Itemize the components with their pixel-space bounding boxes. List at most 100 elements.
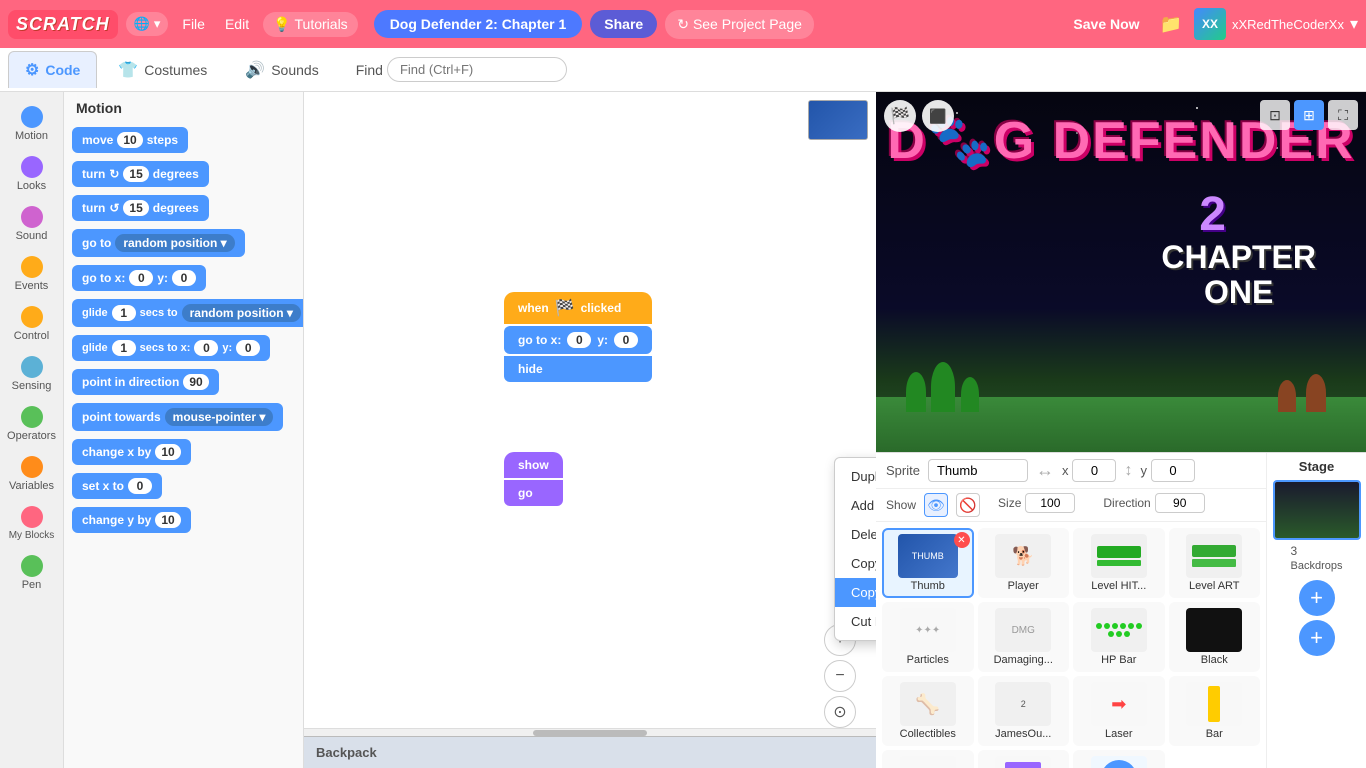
context-duplicate[interactable]: Duplicate: [835, 462, 876, 491]
go-to-xy-block[interactable]: go to x: 0 y: 0: [72, 265, 206, 291]
sprite-item-ui[interactable]: UI UI: [1073, 750, 1165, 768]
find-input[interactable]: [387, 57, 567, 82]
show-label: Show: [886, 498, 916, 512]
block-turn-left[interactable]: turn ↺ 15 degrees: [72, 192, 295, 224]
block-go-to-xy[interactable]: go to x: 0 y: 0: [72, 262, 295, 294]
show-block-canvas[interactable]: show: [504, 452, 563, 478]
context-copy-all[interactable]: Copy All: [835, 549, 876, 578]
block-point-direction[interactable]: point in direction 90: [72, 366, 295, 398]
change-x-block[interactable]: change x by 10: [72, 439, 191, 465]
category-variables[interactable]: Variables: [3, 450, 61, 498]
sprite-thumb-hp-bar: [1091, 608, 1147, 652]
tab-code[interactable]: ⚙ Code: [8, 51, 97, 88]
category-looks[interactable]: Looks: [3, 150, 61, 198]
language-selector[interactable]: 🌐 ▾: [126, 12, 169, 36]
folder-icon[interactable]: 📁: [1156, 10, 1186, 39]
context-add-comment[interactable]: Add Comment: [835, 491, 876, 520]
block-go-to-random[interactable]: go to random position ▾: [72, 226, 295, 260]
stage-small-view[interactable]: ⊡: [1260, 100, 1290, 130]
hide-eye-button[interactable]: 🚫: [956, 493, 980, 517]
tutorials-button[interactable]: 💡 Tutorials: [263, 12, 358, 37]
green-flag-button[interactable]: 🏁: [884, 100, 916, 132]
backpack-bar[interactable]: Backpack: [304, 736, 876, 768]
category-sound[interactable]: Sound: [3, 200, 61, 248]
script-canvas[interactable]: when 🏁 clicked go to x: 0 y: 0 hide show: [304, 92, 876, 768]
file-menu[interactable]: File: [176, 12, 211, 36]
direction-input[interactable]: [1155, 493, 1205, 513]
context-copy-block[interactable]: Copy Block: [835, 578, 876, 607]
change-y-block[interactable]: change y by 10: [72, 507, 191, 533]
size-input[interactable]: [1025, 493, 1075, 513]
category-my-blocks[interactable]: My Blocks: [3, 500, 61, 547]
block-glide-xy[interactable]: glide 1 secs to x: 0 y: 0: [72, 332, 295, 364]
turn-left-block[interactable]: turn ↺ 15 degrees: [72, 195, 209, 221]
sprite-name-input[interactable]: [928, 459, 1028, 482]
sprite-item-james[interactable]: 2 JamesOu...: [978, 676, 1070, 746]
stage-backdrop-thumbnail[interactable]: [1273, 480, 1361, 540]
block-glide-random[interactable]: glide 1 secs to random position ▾: [72, 296, 295, 330]
category-looks-label: Looks: [17, 180, 46, 192]
zoom-out-button[interactable]: −: [824, 660, 856, 692]
add-stage-button[interactable]: +: [1299, 620, 1335, 656]
sprite-item-player[interactable]: 🐕 Player: [978, 528, 1070, 598]
when-clicked-block[interactable]: when 🏁 clicked: [504, 292, 652, 324]
sprite-item-collectibles[interactable]: 🦴 Collectibles: [882, 676, 974, 746]
zoom-fit-button[interactable]: ⊙: [824, 696, 856, 728]
tab-sounds[interactable]: 🔊 Sounds: [228, 51, 335, 88]
block-set-x[interactable]: set x to 0: [72, 470, 295, 502]
category-events[interactable]: Events: [3, 250, 61, 298]
sprite-x-input[interactable]: [1072, 459, 1116, 482]
category-operators[interactable]: Operators: [3, 400, 61, 448]
stop-button[interactable]: ⬛: [922, 100, 954, 132]
sprite-item-bar[interactable]: Bar: [1169, 676, 1261, 746]
sprite-item-bite[interactable]: Bite: [978, 750, 1070, 768]
block-move-steps[interactable]: move 10 steps: [72, 124, 295, 156]
sprite-item-thumb[interactable]: THUMB ✕ Thumb: [882, 528, 974, 598]
horizontal-scrollbar[interactable]: [304, 728, 876, 736]
context-cut-block[interactable]: Cut Block: [835, 607, 876, 636]
point-direction-block[interactable]: point in direction 90: [72, 369, 219, 395]
sprite-item-black[interactable]: Black: [1169, 602, 1261, 672]
category-pen[interactable]: Pen: [3, 549, 61, 597]
sprite-item-bark[interactable]: )) Bark: [882, 750, 974, 768]
block-point-towards[interactable]: point towards mouse-pointer ▾: [72, 400, 295, 434]
go-block-canvas[interactable]: go: [504, 480, 563, 506]
sprite-item-level-hit[interactable]: Level HIT...: [1073, 528, 1165, 598]
block-change-y[interactable]: change y by 10: [72, 504, 295, 536]
glide-random-block[interactable]: glide 1 secs to random position ▾: [72, 299, 304, 327]
sprite-item-hp-bar[interactable]: HP Bar: [1073, 602, 1165, 672]
sprite-item-laser[interactable]: ➡ Laser: [1073, 676, 1165, 746]
stage-fullscreen-view[interactable]: ⛶: [1328, 100, 1358, 130]
add-sprite-button[interactable]: +: [1299, 580, 1335, 616]
move-steps-block[interactable]: move 10 steps: [72, 127, 188, 153]
user-avatar[interactable]: XX xXRedTheCoderXx ▾: [1194, 8, 1358, 40]
edit-menu[interactable]: Edit: [219, 12, 255, 36]
category-control[interactable]: Control: [3, 300, 61, 348]
sprite-item-damaging[interactable]: DMG Damaging...: [978, 602, 1070, 672]
share-button[interactable]: Share: [590, 10, 657, 38]
turn-right-block[interactable]: turn ↻ 15 degrees: [72, 161, 209, 187]
goto-xy-block-canvas[interactable]: go to x: 0 y: 0: [504, 326, 652, 354]
see-project-button[interactable]: ↻ See Project Page: [665, 10, 814, 39]
hide-block-canvas[interactable]: hide: [504, 356, 652, 382]
script-area[interactable]: when 🏁 clicked go to x: 0 y: 0 hide show: [304, 92, 876, 768]
context-delete-block[interactable]: Delete Block: [835, 520, 876, 549]
stage-normal-view[interactable]: ⊞: [1294, 100, 1324, 130]
go-to-random-block[interactable]: go to random position ▾: [72, 229, 245, 257]
block-change-x[interactable]: change x by 10: [72, 436, 295, 468]
category-motion[interactable]: Motion: [3, 100, 61, 148]
sprite-item-particles[interactable]: ✦✦✦ Particles: [882, 602, 974, 672]
set-x-block[interactable]: set x to 0: [72, 473, 162, 499]
block-turn-right[interactable]: turn ↻ 15 degrees: [72, 158, 295, 190]
project-title[interactable]: Dog Defender 2: Chapter 1: [374, 10, 583, 38]
sprite-item-level-art[interactable]: Level ART: [1169, 528, 1261, 598]
delete-thumb-button[interactable]: ✕: [954, 532, 970, 548]
category-pen-label: Pen: [22, 579, 42, 591]
category-sensing[interactable]: Sensing: [3, 350, 61, 398]
save-now-button[interactable]: Save Now: [1065, 12, 1147, 36]
point-towards-block[interactable]: point towards mouse-pointer ▾: [72, 403, 283, 431]
glide-xy-block[interactable]: glide 1 secs to x: 0 y: 0: [72, 335, 270, 361]
tab-costumes[interactable]: 👕 Costumes: [101, 51, 224, 88]
show-eye-button[interactable]: 👁: [924, 493, 948, 517]
sprite-y-input[interactable]: [1151, 459, 1195, 482]
